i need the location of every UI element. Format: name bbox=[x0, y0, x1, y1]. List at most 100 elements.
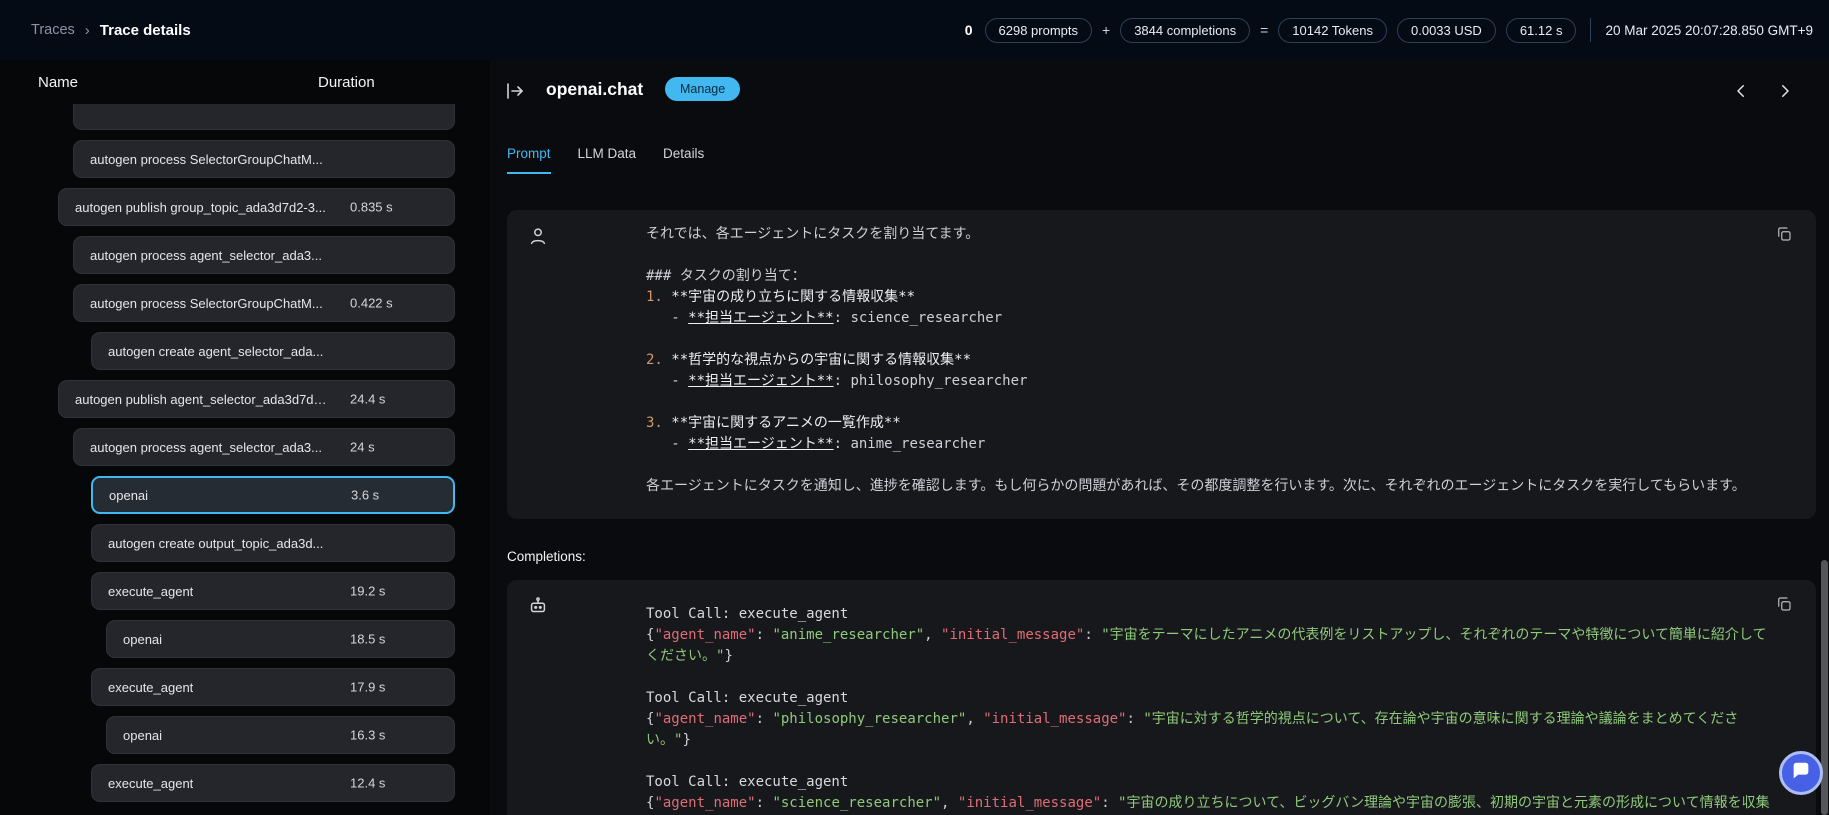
prev-span-button[interactable] bbox=[1727, 78, 1755, 106]
tree-item[interactable]: autogen process agent_selector_ada3... 24… bbox=[73, 428, 455, 466]
tree-item[interactable]: execute_agent 12.4 s bbox=[91, 764, 455, 802]
tree-duration-header: Duration bbox=[318, 74, 375, 91]
breadcrumb-traces-link[interactable]: Traces bbox=[31, 22, 75, 38]
help-chat-button[interactable] bbox=[1779, 751, 1823, 795]
manage-button[interactable]: Manage bbox=[665, 77, 741, 101]
message-line: 2. **哲学的な視点からの宇宙に関する情報収集** bbox=[646, 352, 972, 368]
tree-item-duration: 0.422 s bbox=[350, 295, 393, 311]
detail-content: それでは、各エージェントにタスクを割り当てます。 ### タスクの割り当て： 1.… bbox=[507, 180, 1816, 815]
message-line: Tool Call: execute_agent bbox=[646, 606, 849, 622]
tab-llm-data[interactable]: LLM Data bbox=[578, 146, 637, 174]
tree-item[interactable]: execute_agent 17.9 s bbox=[91, 668, 455, 706]
completions-badge: 3844 completions bbox=[1120, 17, 1251, 43]
tree-item-label: execute_agent bbox=[108, 775, 194, 791]
completion-message-block: Tool Call: execute_agent {"agent_name": "… bbox=[507, 580, 1816, 815]
tree-item[interactable]: autogen create output_topic_ada3d... bbox=[91, 524, 455, 562]
copy-completion-button[interactable] bbox=[1772, 593, 1796, 617]
tree-item-duration: 24.4 s bbox=[350, 391, 386, 407]
completion-message-text: Tool Call: execute_agent {"agent_name": "… bbox=[646, 604, 1796, 815]
chat-bubble-icon bbox=[1790, 760, 1812, 787]
tree-item-duration: 0.835 s bbox=[350, 199, 393, 215]
tree-item[interactable]: autogen process SelectorGroupChatM... bbox=[73, 140, 455, 178]
breadcrumb: Traces › Trace details bbox=[31, 22, 191, 39]
trace-tree-list: autogen process SelectorGroupChatM... aut… bbox=[0, 104, 490, 815]
tree-item-label: openai bbox=[109, 487, 149, 503]
tree-headers: Name Duration bbox=[0, 60, 490, 104]
tree-item-label: execute_agent bbox=[108, 583, 194, 599]
detail-header: openai.chat Manage bbox=[490, 60, 1829, 122]
copy-icon bbox=[1775, 596, 1793, 616]
tree-item-duration: 19.2 s bbox=[350, 583, 386, 599]
bot-avatar-icon bbox=[527, 595, 549, 617]
message-line: それでは、各エージェントにタスクを割り当てます。 bbox=[646, 226, 980, 242]
message-line bbox=[646, 751, 1776, 772]
message-line: Tool Call: execute_agent bbox=[646, 774, 849, 790]
tree-item-duration: 12.4 s bbox=[350, 775, 386, 791]
tree-item-label: autogen publish agent_selector_ada3d7d2.… bbox=[75, 391, 329, 407]
stat-zero: 0 bbox=[964, 22, 973, 38]
message-line: 1. **宇宙の成り立ちに関する情報収集** bbox=[646, 289, 916, 305]
tree-item-duration: 17.9 s bbox=[350, 679, 386, 695]
tree-item[interactable]: openai 16.3 s bbox=[106, 716, 455, 754]
message-line: {"agent_name": "science_researcher", "in… bbox=[646, 795, 1770, 811]
tree-item-label: openai bbox=[123, 631, 163, 647]
tree-item-duration: 18.5 s bbox=[350, 631, 386, 647]
chevron-right-icon bbox=[1776, 82, 1794, 103]
message-line: - **担当エージェント**: anime_researcher bbox=[646, 436, 986, 452]
tree-item-duration: 3.6 s bbox=[351, 487, 380, 503]
prompts-badge: 6298 prompts bbox=[984, 17, 1092, 43]
tree-item-label: autogen process SelectorGroupChatM... bbox=[90, 295, 323, 311]
message-line: - **担当エージェント**: science_researcher bbox=[646, 310, 1003, 326]
message-line: ### タスクの割り当て： bbox=[646, 268, 806, 284]
prompt-message-text: それでは、各エージェントにタスクを割り当てます。 ### タスクの割り当て： 1.… bbox=[646, 224, 1796, 497]
message-line: {"agent_name": "philosophy_researcher", … bbox=[646, 711, 1739, 748]
plus-sign: + bbox=[1102, 22, 1111, 38]
trace-stats: 0 6298 prompts + 3844 completions = 1014… bbox=[964, 17, 1813, 43]
tree-item[interactable]: autogen process agent_selector_ada3... bbox=[73, 236, 455, 274]
tree-item-label: autogen create output_topic_ada3d... bbox=[108, 535, 324, 551]
message-line: - **担当エージェント**: philosophy_researcher bbox=[646, 373, 1028, 389]
breadcrumb-current: Trace details bbox=[99, 21, 191, 39]
next-span-button[interactable] bbox=[1771, 78, 1799, 106]
message-line: {"agent_name": "anime_researcher", "init… bbox=[646, 627, 1767, 664]
span-type-icon bbox=[505, 81, 525, 106]
duration-badge: 61.12 s bbox=[1505, 17, 1577, 43]
trace-tree-panel: Name Duration autogen process SelectorGr… bbox=[0, 60, 490, 815]
message-line: 3. **宇宙に関するアニメの一覧作成** bbox=[646, 415, 901, 431]
tree-item[interactable]: autogen publish group_topic_ada3d7d2-3..… bbox=[58, 188, 455, 226]
tree-item[interactable]: openai 18.5 s bbox=[106, 620, 455, 658]
tree-item-duration: 16.3 s bbox=[350, 727, 386, 743]
tree-item-label: autogen create agent_selector_ada... bbox=[108, 343, 324, 359]
tree-item-label: autogen process SelectorGroupChatM... bbox=[90, 151, 323, 167]
message-line bbox=[646, 392, 1776, 413]
tree-name-header: Name bbox=[38, 74, 79, 91]
tree-item[interactable]: openai 3.6 s bbox=[91, 476, 455, 514]
message-line bbox=[646, 329, 1776, 350]
tree-item-label: execute_agent bbox=[108, 679, 194, 695]
tab-prompt[interactable]: Prompt bbox=[507, 146, 551, 174]
completions-label: Completions: bbox=[507, 549, 586, 564]
tree-item-label: openai bbox=[123, 727, 163, 743]
tree-item-duration: 24 s bbox=[350, 439, 375, 455]
breadcrumb-separator-icon: › bbox=[84, 21, 90, 39]
span-navigation bbox=[1727, 78, 1799, 106]
tree-item-label: autogen publish group_topic_ada3d7d2-3..… bbox=[75, 199, 326, 215]
user-avatar-icon bbox=[527, 225, 549, 247]
tree-item[interactable]: autogen publish agent_selector_ada3d7d2.… bbox=[58, 380, 455, 418]
tree-item[interactable] bbox=[73, 104, 455, 130]
message-line: Tool Call: execute_agent bbox=[646, 690, 849, 706]
tree-item[interactable]: autogen process SelectorGroupChatM... 0.4… bbox=[73, 284, 455, 322]
copy-prompt-button[interactable] bbox=[1772, 223, 1796, 247]
tree-item[interactable]: execute_agent 19.2 s bbox=[91, 572, 455, 610]
message-line bbox=[646, 245, 1776, 266]
prompt-message-block: それでは、各エージェントにタスクを割り当てます。 ### タスクの割り当て： 1.… bbox=[507, 210, 1816, 519]
tab-details[interactable]: Details bbox=[663, 146, 704, 174]
message-line bbox=[646, 455, 1776, 476]
tree-item[interactable]: autogen create agent_selector_ada... bbox=[91, 332, 455, 370]
message-line: 各エージェントにタスクを通知し、進捗を確認します。もし何らかの問題があれば、その… bbox=[646, 478, 1746, 494]
span-detail-panel: openai.chat Manage Prompt LLM Data Detai… bbox=[490, 60, 1829, 815]
span-title: openai.chat bbox=[546, 79, 644, 99]
trace-timestamp: 20 Mar 2025 20:07:28.850 GMT+9 bbox=[1605, 22, 1813, 38]
stats-divider bbox=[1590, 18, 1592, 42]
topbar: Traces › Trace details 0 6298 prompts + … bbox=[0, 0, 1829, 60]
